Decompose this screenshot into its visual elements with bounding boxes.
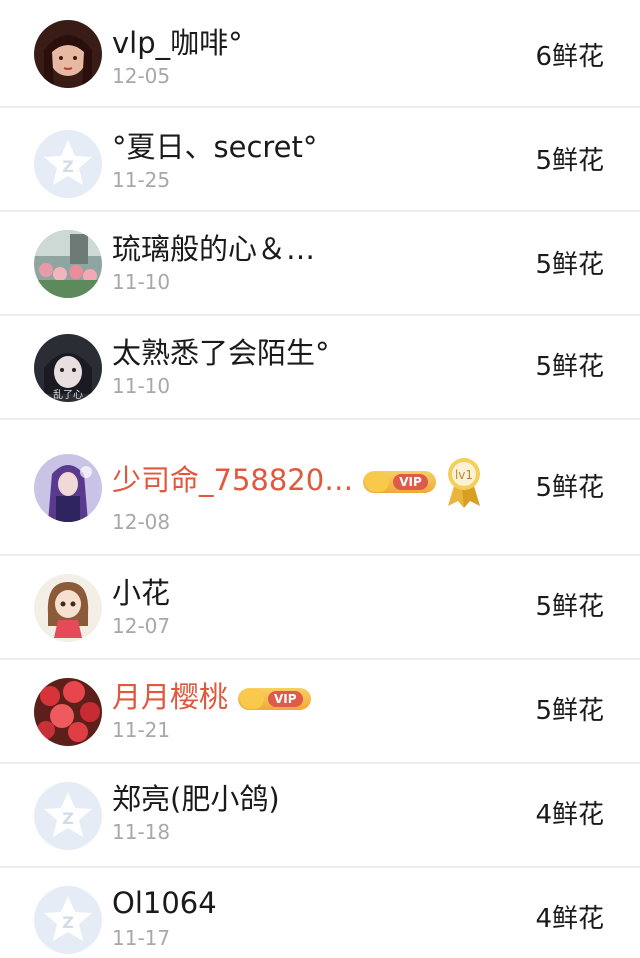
list-item[interactable]: Z 郑亮(肥小鸽) 11-18 4鲜花 xyxy=(0,764,640,868)
list-item[interactable]: 乱了心 太熟悉了会陌生° 11-10 5鲜花 xyxy=(0,316,640,420)
user-name[interactable]: °夏日、secret° xyxy=(112,130,317,164)
user-name-text[interactable]: 少司命_758820… xyxy=(112,463,353,497)
list-item[interactable]: 少司命_758820… VIP lv1 12-08 5鲜花 xyxy=(0,420,640,556)
flower-count: 5鲜花 xyxy=(535,592,604,622)
avatar[interactable]: Z xyxy=(34,886,102,954)
date: 12-08 xyxy=(112,510,171,534)
user-name[interactable]: 月月樱桃 VIP xyxy=(112,680,311,714)
vip-label: VIP xyxy=(268,691,303,707)
level-medal-icon: lv1 xyxy=(447,458,480,508)
vip-badge: VIP xyxy=(363,471,436,493)
avatar[interactable]: Z xyxy=(34,782,102,850)
crown-icon xyxy=(365,472,390,492)
flower-count: 4鲜花 xyxy=(535,904,604,934)
list-item[interactable]: Z Ol1064 11-17 4鲜花 xyxy=(0,868,640,958)
list-item[interactable]: Z °夏日、secret° 11-25 5鲜花 xyxy=(0,108,640,212)
date: 11-21 xyxy=(112,718,171,742)
user-name[interactable]: 小花 xyxy=(112,576,170,610)
level-label: lv1 xyxy=(455,468,473,482)
flower-count: 5鲜花 xyxy=(535,352,604,382)
svg-text:Z: Z xyxy=(62,157,74,176)
user-name[interactable]: Ol1064 xyxy=(112,886,217,920)
avatar[interactable] xyxy=(34,454,102,522)
default-z-avatar-icon: Z xyxy=(34,886,102,954)
crown-icon xyxy=(240,689,265,709)
date: 12-07 xyxy=(112,614,171,638)
avatar[interactable]: Z xyxy=(34,130,102,198)
flower-count: 4鲜花 xyxy=(535,800,604,830)
date: 11-25 xyxy=(112,168,171,192)
svg-text:Z: Z xyxy=(62,809,74,828)
date: 11-18 xyxy=(112,820,171,844)
avatar[interactable]: 乱了心 xyxy=(34,334,102,402)
vip-badge: VIP xyxy=(238,688,311,710)
user-name[interactable]: 郑亮(肥小鸽) xyxy=(112,782,280,816)
date: 12-05 xyxy=(112,64,171,88)
date: 11-17 xyxy=(112,926,171,950)
avatar[interactable] xyxy=(34,678,102,746)
user-name[interactable]: 少司命_758820… VIP lv1 xyxy=(112,456,484,508)
default-z-avatar-icon: Z xyxy=(34,782,102,850)
flower-count: 5鲜花 xyxy=(535,250,604,280)
list-item[interactable]: vlp_咖啡° 12-05 6鲜花 xyxy=(0,0,640,108)
svg-text:Z: Z xyxy=(62,913,74,932)
date: 11-10 xyxy=(112,374,171,398)
list-item[interactable]: 月月樱桃 VIP 11-21 5鲜花 xyxy=(0,660,640,764)
flower-count: 5鲜花 xyxy=(535,696,604,726)
avatar[interactable] xyxy=(34,230,102,298)
avatar[interactable] xyxy=(34,574,102,642)
avatar[interactable] xyxy=(34,20,102,88)
user-name[interactable]: vlp_咖啡° xyxy=(112,26,243,60)
flower-count: 6鲜花 xyxy=(535,42,604,72)
flower-count: 5鲜花 xyxy=(535,146,604,176)
user-name[interactable]: 太熟悉了会陌生° xyxy=(112,336,330,370)
list-item[interactable]: 琉璃般的心＆… 11-10 5鲜花 xyxy=(0,212,640,316)
date: 11-10 xyxy=(112,270,171,294)
user-name-text[interactable]: 月月樱桃 xyxy=(112,680,228,714)
default-z-avatar-icon: Z xyxy=(34,130,102,198)
vip-label: VIP xyxy=(393,474,428,490)
flower-count: 5鲜花 xyxy=(535,473,604,503)
list-item[interactable]: 小花 12-07 5鲜花 xyxy=(0,556,640,660)
user-name[interactable]: 琉璃般的心＆… xyxy=(112,232,315,266)
avatar-caption: 乱了心 xyxy=(53,389,83,401)
